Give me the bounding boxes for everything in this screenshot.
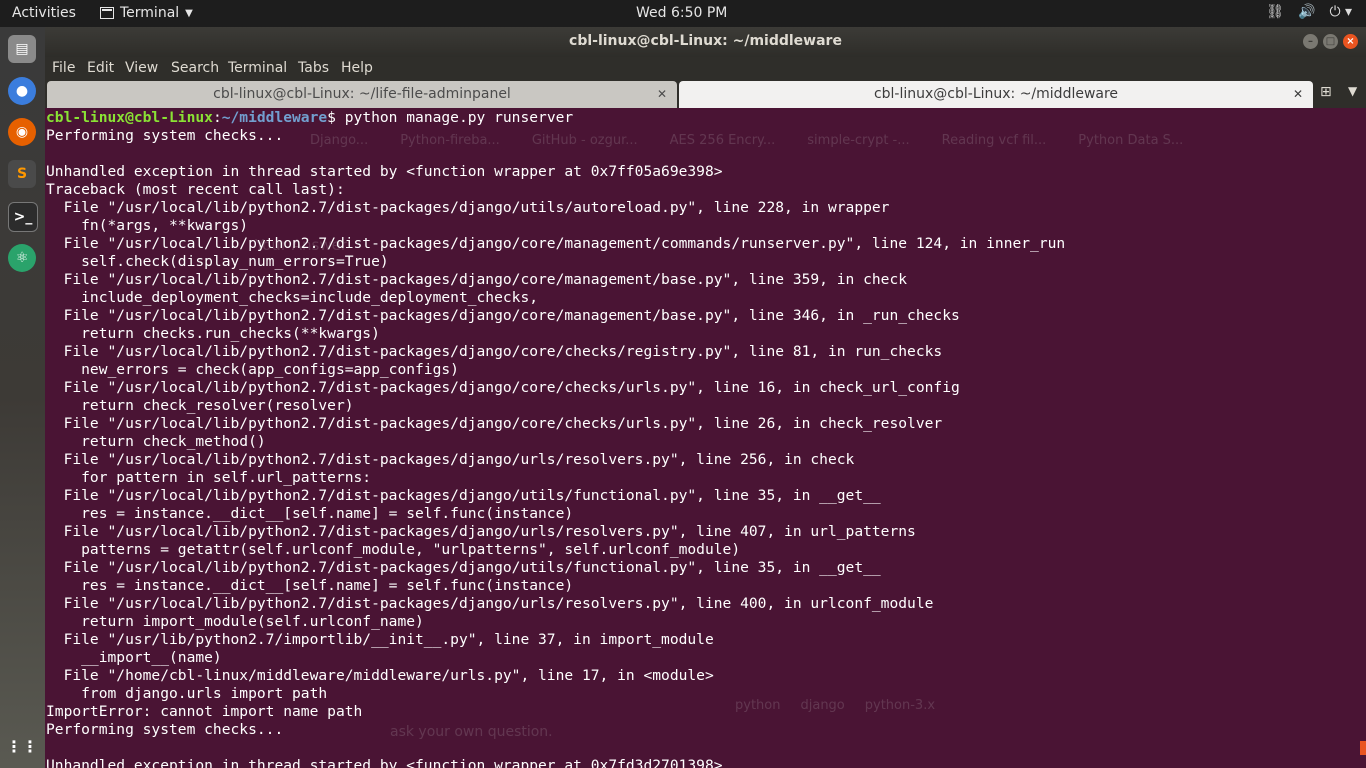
app-menu[interactable]: Terminal ▼ <box>100 5 193 21</box>
tab-label: cbl-linux@cbl-Linux: ~/life-file-adminpa… <box>213 86 511 102</box>
menu-tabs[interactable]: Tabs <box>298 60 329 76</box>
system-tray[interactable]: ⛓ 🔊 ⏻ ▾ <box>1266 4 1352 20</box>
terminal-line: __import__(name) <box>46 649 222 666</box>
dock: ▤ ● ◉ S >_ ⚛ ⋮⋮ <box>0 27 45 768</box>
terminal-line: patterns = getattr(self.urlconf_module, … <box>46 541 741 558</box>
atom-icon[interactable]: ⚛ <box>8 244 36 272</box>
terminal-icon[interactable]: >_ <box>8 202 38 232</box>
new-tab-icon[interactable]: ⊞ <box>1320 84 1332 100</box>
app-menu-label: Terminal <box>120 5 180 21</box>
terminal-line: for pattern in self.url_patterns: <box>46 469 372 486</box>
terminal-line: fn(*args, **kwargs) <box>46 217 249 234</box>
terminal-line: res = instance.__dict__[self.name] = sel… <box>46 505 574 522</box>
menu-help[interactable]: Help <box>341 60 373 76</box>
terminal-line: return import_module(self.urlconf_name) <box>46 613 424 630</box>
show-apps-icon[interactable]: ⋮⋮ <box>6 732 38 760</box>
prompt-path: ~/middleware <box>221 109 328 126</box>
prompt-user: cbl-linux@cbl-Linux <box>46 109 213 126</box>
menu-bar: File Edit View Search Terminal Tabs Help <box>45 57 1366 81</box>
terminal-lines: cbl-linux@cbl-Linux:~/middleware$ python… <box>46 109 1065 768</box>
scrollbar-thumb[interactable] <box>1360 741 1366 755</box>
chrome-icon[interactable]: ● <box>8 77 36 105</box>
prompt-command: $ python manage.py runserver <box>327 109 574 126</box>
terminal-line: File "/usr/local/lib/python2.7/dist-pack… <box>46 379 960 396</box>
terminal-line: File "/usr/local/lib/python2.7/dist-pack… <box>46 595 934 612</box>
terminal-line: File "/usr/local/lib/python2.7/dist-pack… <box>46 199 890 216</box>
terminal-line: File "/usr/local/lib/python2.7/dist-pack… <box>46 415 943 432</box>
terminal-line: res = instance.__dict__[self.name] = sel… <box>46 577 574 594</box>
prompt-line: cbl-linux@cbl-Linux:~/middleware$ python… <box>46 109 1065 127</box>
chevron-down-icon: ▼ <box>185 7 193 19</box>
close-icon[interactable]: ✕ <box>657 81 667 107</box>
terminal-line: return checks.run_checks(**kwargs) <box>46 325 380 342</box>
menu-search[interactable]: Search <box>171 60 219 76</box>
tab-label: cbl-linux@cbl-Linux: ~/middleware <box>873 86 1119 102</box>
sublime-icon[interactable]: S <box>8 160 36 188</box>
minimize-button[interactable]: – <box>1303 34 1318 49</box>
close-button[interactable]: × <box>1343 34 1358 49</box>
terminal-line: Performing system checks... <box>46 721 284 738</box>
window-titlebar[interactable]: cbl-linux@cbl-Linux: ~/middleware – □ × <box>45 27 1366 57</box>
terminal-line: ImportError: cannot import name path <box>46 703 363 720</box>
ghost-tab: Python Data S... <box>1078 133 1184 148</box>
terminal-output[interactable]: Django... Python-fireba... GitHub - ozgu… <box>45 108 1366 768</box>
terminal-line: include_deployment_checks=include_deploy… <box>46 289 539 306</box>
menu-terminal[interactable]: Terminal <box>228 60 287 76</box>
tab-bar: cbl-linux@cbl-Linux: ~/life-file-adminpa… <box>45 81 1366 108</box>
maximize-button[interactable]: □ <box>1323 34 1338 49</box>
power-icon[interactable]: ⏻ ▾ <box>1329 4 1352 20</box>
terminal-app-icon <box>100 7 114 19</box>
prompt-colon: : <box>212 109 222 126</box>
terminal-line: File "/usr/local/lib/python2.7/dist-pack… <box>46 451 855 468</box>
tab-life-file-adminpanel[interactable]: cbl-linux@cbl-Linux: ~/life-file-adminpa… <box>47 81 677 108</box>
firefox-icon[interactable]: ◉ <box>8 118 36 146</box>
clock[interactable]: Wed 6:50 PM <box>636 5 727 21</box>
terminal-line: Unhandled exception in thread started by… <box>46 163 723 180</box>
network-icon[interactable]: ⛓ <box>1266 4 1284 20</box>
terminal-line: new_errors = check(app_configs=app_confi… <box>46 361 459 378</box>
terminal-line: File "/usr/local/lib/python2.7/dist-pack… <box>46 523 916 540</box>
terminal-line: return check_resolver(resolver) <box>46 397 354 414</box>
terminal-line: File "/usr/local/lib/python2.7/dist-pack… <box>46 343 943 360</box>
terminal-line: File "/usr/local/lib/python2.7/dist-pack… <box>46 235 1066 252</box>
top-bar: Activities Terminal ▼ Wed 6:50 PM ⛓ 🔊 ⏻ … <box>0 0 1366 27</box>
terminal-line: self.check(display_num_errors=True) <box>46 253 389 270</box>
output-lines: Performing system checks... Unhandled exc… <box>46 127 1065 768</box>
terminal-line: return check_method() <box>46 433 266 450</box>
terminal-line: File "/usr/lib/python2.7/importlib/__ini… <box>46 631 714 648</box>
terminal-line: File "/usr/local/lib/python2.7/dist-pack… <box>46 307 960 324</box>
terminal-line: File "/usr/local/lib/python2.7/dist-pack… <box>46 559 881 576</box>
menu-file[interactable]: File <box>52 60 75 76</box>
tab-list-chevron-icon[interactable]: ▼ <box>1348 84 1357 98</box>
terminal-line: File "/home/cbl-linux/middleware/middlew… <box>46 667 714 684</box>
terminal-line: Traceback (most recent call last): <box>46 181 345 198</box>
activities-button[interactable]: Activities <box>12 5 76 21</box>
terminal-line: from django.urls import path <box>46 685 328 702</box>
volume-icon[interactable]: 🔊 <box>1298 4 1315 20</box>
menu-edit[interactable]: Edit <box>87 60 114 76</box>
close-icon[interactable]: ✕ <box>1293 81 1303 107</box>
files-icon[interactable]: ▤ <box>8 35 36 63</box>
menu-view[interactable]: View <box>125 60 158 76</box>
terminal-window: cbl-linux@cbl-Linux: ~/middleware – □ × … <box>45 27 1366 768</box>
terminal-line: Performing system checks... <box>46 127 284 144</box>
terminal-line: Unhandled exception in thread started by… <box>46 757 723 768</box>
terminal-line: File "/usr/local/lib/python2.7/dist-pack… <box>46 487 881 504</box>
tab-middleware[interactable]: cbl-linux@cbl-Linux: ~/middleware ✕ <box>679 81 1313 108</box>
window-title: cbl-linux@cbl-Linux: ~/middleware <box>569 33 842 49</box>
terminal-line: File "/usr/local/lib/python2.7/dist-pack… <box>46 271 908 288</box>
